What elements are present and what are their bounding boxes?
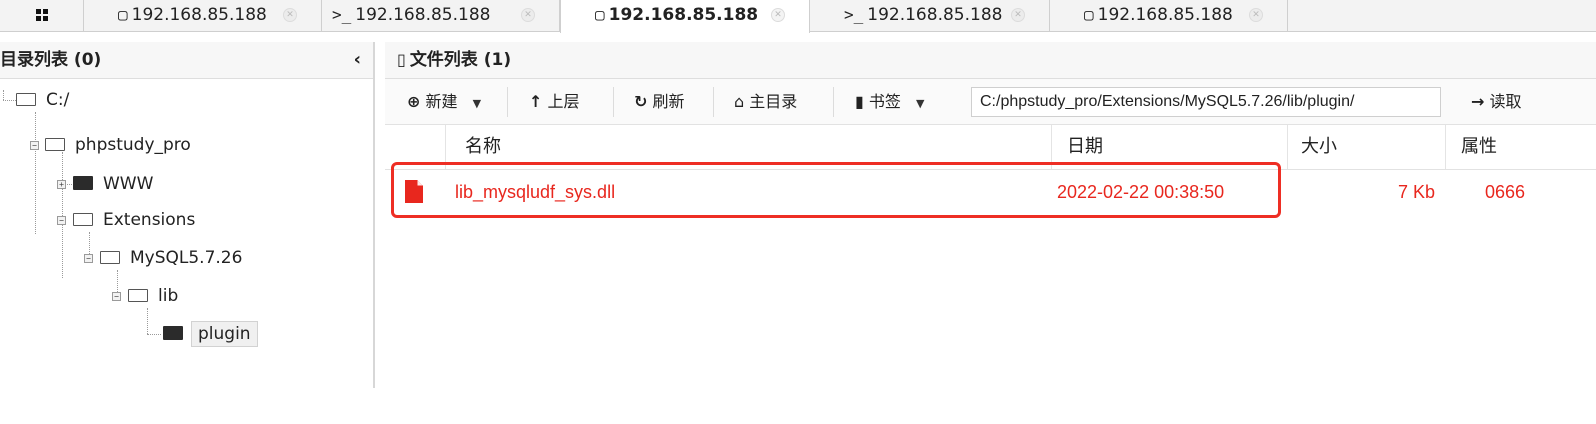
tree-node-lib[interactable]: lib: [128, 282, 178, 312]
tab-1[interactable]: >_ 192.168.85.188 ✕: [322, 0, 560, 32]
tree-node-extensions[interactable]: Extensions: [73, 206, 195, 236]
file-toolbar: ⊕ 新建 ▼ ↑ 上层 ↻ 刷新 ⌂ 主目录 ▮ 书签 ▼ C:/phpstud…: [385, 79, 1596, 125]
folder-outline-icon: ▢: [1084, 5, 1094, 24]
up-level-label: 上层: [547, 92, 580, 111]
tree-connector: [3, 90, 4, 100]
tree-node-mysql[interactable]: MySQL5.7.26: [100, 244, 242, 274]
column-header-size[interactable]: 大小: [1301, 125, 1337, 169]
folder-outline-icon: ▢: [118, 5, 128, 24]
tab-label: 192.168.85.188: [867, 5, 1003, 25]
tree-connector: [35, 112, 36, 234]
bookmark-icon: ▮: [855, 92, 864, 111]
read-label: 读取: [1489, 92, 1522, 111]
tree-node-label: MySQL5.7.26: [130, 248, 243, 268]
file-panel: ▯ 文件列表 (1) ⊕ 新建 ▼ ↑ 上层 ↻ 刷新 ⌂ 主目录 ▮ 书签 ▼ …: [385, 42, 1596, 388]
close-icon[interactable]: ✕: [771, 8, 785, 22]
grid-menu-icon[interactable]: [0, 0, 84, 31]
tab-4[interactable]: ▢ 192.168.85.188 ✕: [1050, 0, 1288, 32]
read-button[interactable]: → 读取: [1471, 88, 1522, 116]
up-level-button[interactable]: ↑ 上层: [529, 88, 580, 116]
file-size: 7 Kb: [1397, 182, 1435, 202]
terminal-icon: >_: [844, 5, 864, 24]
folder-open-icon: [45, 137, 65, 151]
folder-open-icon: [100, 250, 120, 264]
file-panel-title-wrap: ▯ 文件列表 (1): [397, 42, 511, 78]
refresh-button[interactable]: ↻ 刷新: [634, 88, 685, 116]
caret-down-icon: ▼: [472, 97, 482, 110]
file-panel-title: 文件列表 (1): [409, 50, 512, 70]
file-panel-header: ▯ 文件列表 (1): [385, 42, 1596, 79]
arrow-right-icon: →: [1471, 92, 1485, 111]
plus-circle-icon: ⊕: [407, 92, 421, 111]
tab-bar: ▢ 192.168.85.188 ✕ >_ 192.168.85.188 ✕ ▢ 19…: [0, 0, 1596, 33]
close-icon[interactable]: ✕: [283, 8, 297, 22]
tree-node-label: Extensions: [103, 210, 196, 230]
tab-0[interactable]: ▢ 192.168.85.188 ✕: [84, 0, 322, 32]
tab-label: 192.168.85.188: [608, 5, 759, 25]
toolbar-divider: [833, 87, 834, 117]
expand-toggle-icon[interactable]: +: [57, 180, 66, 189]
toolbar-divider: [507, 87, 508, 117]
directory-panel: 目录列表 (0) ‹ C:/ − phpstudy_pro + WWW − Ex…: [0, 42, 375, 388]
tree-node-www[interactable]: WWW: [73, 170, 153, 200]
folder-open-icon: [73, 212, 93, 226]
close-icon[interactable]: ✕: [521, 8, 535, 22]
tree-node-label: WWW: [103, 174, 154, 194]
arrow-up-icon: ↑: [529, 92, 543, 111]
folder-outline-icon: ▢: [595, 5, 605, 24]
tree-node-label: phpstudy_pro: [75, 135, 191, 155]
tree-node-phpstudy-pro[interactable]: phpstudy_pro: [45, 131, 191, 161]
refresh-label: 刷新: [652, 92, 685, 111]
tree-node-label: lib: [158, 286, 179, 306]
column-divider: [1287, 125, 1288, 169]
collapse-toggle-icon[interactable]: −: [112, 292, 121, 301]
directory-panel-header: 目录列表 (0) ‹: [0, 42, 373, 79]
column-header-attr[interactable]: 属性: [1461, 125, 1497, 169]
tab-label: 192.168.85.188: [1097, 5, 1233, 25]
new-button-label: 新建: [425, 92, 458, 111]
tab-2-active[interactable]: ▢ 192.168.85.188 ✕: [560, 0, 810, 33]
file-outline-icon: ▯: [397, 50, 406, 69]
path-input[interactable]: C:/phpstudy_pro/Extensions/MySQL5.7.26/l…: [971, 87, 1441, 117]
close-icon[interactable]: ✕: [1011, 8, 1025, 22]
folder-open-icon: [128, 288, 148, 302]
close-icon[interactable]: ✕: [1249, 8, 1263, 22]
tree-connector: [3, 100, 16, 101]
tab-3[interactable]: >_ 192.168.85.188 ✕: [810, 0, 1050, 32]
tab-label: 192.168.85.188: [131, 5, 267, 25]
tree-connector: [62, 152, 63, 278]
terminal-icon: >_: [332, 5, 352, 24]
new-button[interactable]: ⊕ 新建 ▼: [407, 88, 481, 116]
home-icon: ⌂: [734, 92, 745, 111]
column-divider: [1445, 125, 1446, 169]
caret-down-icon: ▼: [916, 97, 925, 110]
collapse-toggle-icon[interactable]: −: [30, 141, 39, 150]
folder-open-icon: [16, 92, 36, 106]
tab-label: 192.168.85.188: [355, 5, 491, 25]
highlight-annotation-box: [391, 162, 1281, 218]
directory-panel-title: 目录列表 (0): [0, 50, 102, 70]
collapse-panel-icon[interactable]: ‹: [354, 42, 361, 78]
bookmark-button[interactable]: ▮ 书签 ▼: [855, 88, 924, 116]
file-attr: 0666: [1484, 182, 1525, 202]
folder-closed-icon: [163, 326, 183, 340]
tree-node-c-drive[interactable]: C:/: [16, 86, 69, 116]
home-button[interactable]: ⌂ 主目录: [734, 88, 797, 116]
table-row[interactable]: lib_mysqludf_sys.dll 2022-02-22 00:38:50…: [385, 162, 1596, 218]
tree-node-label: C:/: [46, 90, 70, 110]
toolbar-divider: [713, 87, 714, 117]
folder-closed-icon: [73, 176, 93, 190]
collapse-toggle-icon[interactable]: −: [84, 254, 93, 263]
tree-node-plugin-selected[interactable]: plugin: [163, 320, 258, 350]
tree-node-label: plugin: [191, 321, 258, 347]
toolbar-divider: [613, 87, 614, 117]
home-label: 主目录: [749, 92, 798, 111]
tree-connector: [147, 334, 161, 335]
refresh-icon: ↻: [634, 92, 648, 111]
collapse-toggle-icon[interactable]: −: [57, 216, 66, 225]
bookmark-label: 书签: [868, 92, 901, 111]
